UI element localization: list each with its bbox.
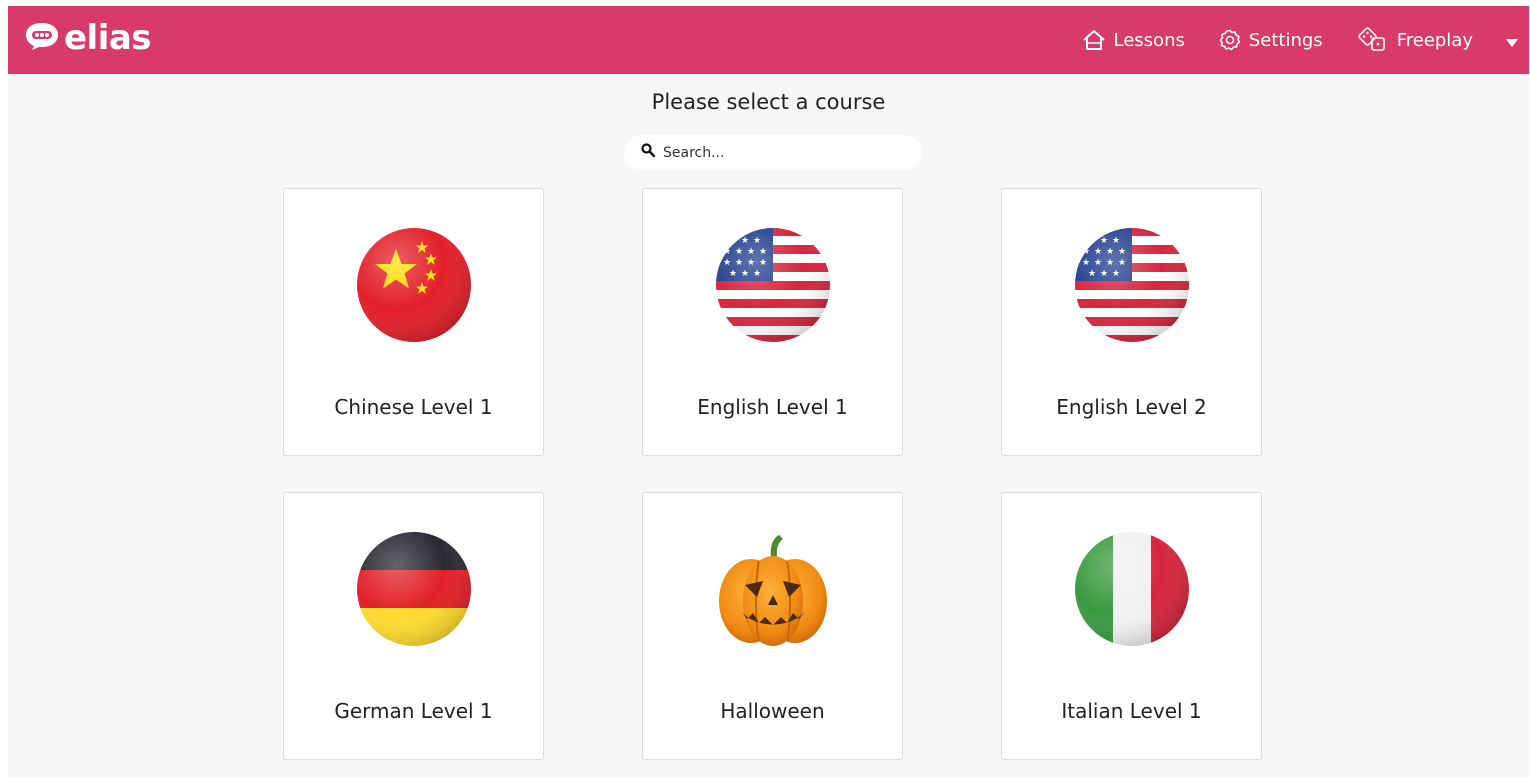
nav-menu: Lessons Settings Freeplay [1048, 6, 1519, 74]
course-label: Chinese Level 1 [334, 395, 493, 419]
search-box[interactable] [624, 135, 922, 170]
caret-down-icon[interactable] [1505, 35, 1519, 47]
logo[interactable]: elias [24, 18, 152, 58]
dice-icon [1357, 27, 1389, 53]
logo-text: elias [64, 18, 152, 58]
search-icon [624, 143, 656, 162]
search-input[interactable] [663, 144, 893, 161]
course-card-italian-level-1[interactable]: Italian Level 1 [1001, 492, 1262, 760]
usa-flag-icon: ★★★ ★★★★ ★★★★ ★★★ [1075, 228, 1189, 342]
course-card-german-level-1[interactable]: German Level 1 [283, 492, 544, 760]
course-label: English Level 2 [1056, 395, 1207, 419]
usa-flag-icon: ★★★ ★★★★ ★★★★ ★★★ [716, 228, 830, 342]
china-flag-icon [357, 228, 471, 342]
page-title: Please select a course [651, 90, 886, 114]
nav-settings[interactable]: Settings [1219, 29, 1323, 51]
course-card-halloween[interactable]: Halloween [642, 492, 903, 760]
course-label: English Level 1 [697, 395, 848, 419]
nav-lessons[interactable]: Lessons [1082, 29, 1185, 51]
nav-settings-label: Settings [1248, 29, 1323, 51]
course-card-english-level-2[interactable]: ★★★ ★★★★ ★★★★ ★★★ English Level 2 [1001, 188, 1262, 456]
course-label: Halloween [720, 699, 825, 723]
home-icon [1082, 29, 1106, 51]
pumpkin-icon [719, 535, 827, 646]
nav-lessons-label: Lessons [1113, 29, 1185, 51]
italy-flag-icon [1075, 532, 1189, 646]
top-navbar: elias Lessons Settings Freeplay [8, 6, 1529, 74]
course-label: German Level 1 [334, 699, 493, 723]
germany-flag-icon [357, 532, 471, 646]
nav-freeplay-label: Freeplay [1396, 29, 1473, 51]
course-card-english-level-1[interactable]: ★★★ ★★★★ ★★★★ ★★★ English Level 1 [642, 188, 903, 456]
app-window: elias Lessons Settings Freeplay Please s… [8, 6, 1529, 777]
course-label: Italian Level 1 [1061, 699, 1202, 723]
gear-icon [1219, 29, 1241, 51]
nav-freeplay[interactable]: Freeplay [1357, 27, 1473, 53]
course-card-chinese-level-1[interactable]: Chinese Level 1 [283, 188, 544, 456]
chat-bubble-logo-icon [24, 21, 60, 56]
